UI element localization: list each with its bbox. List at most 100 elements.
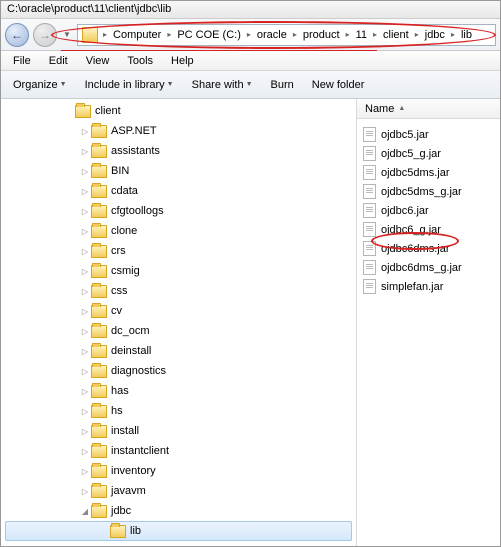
- tree-item-csmig[interactable]: ▷csmig: [1, 261, 356, 281]
- menu-file[interactable]: File: [5, 53, 39, 69]
- file-name: ojdbc6_g.jar: [381, 224, 441, 236]
- expand-arrow-icon[interactable]: ▷: [79, 347, 91, 356]
- tree-item-jdbc[interactable]: ◢jdbc: [1, 501, 356, 521]
- folder-label: hs: [111, 405, 123, 417]
- file-list[interactable]: ojdbc5.jarojdbc5_g.jarojdbc5dms.jarojdbc…: [357, 119, 500, 296]
- command-bar: Organize ▼ Include in library ▼ Share wi…: [1, 71, 500, 99]
- expand-arrow-icon[interactable]: ▷: [79, 467, 91, 476]
- expand-arrow-icon[interactable]: ▷: [79, 307, 91, 316]
- expand-arrow-icon[interactable]: ▷: [79, 367, 91, 376]
- file-item[interactable]: ojdbc6dms.jar: [357, 239, 500, 258]
- folder-label: install: [111, 425, 139, 437]
- jar-file-icon: [363, 241, 376, 256]
- share-with-button[interactable]: Share with ▼: [186, 76, 259, 94]
- file-item[interactable]: ojdbc6_g.jar: [357, 220, 500, 239]
- folder-icon: [91, 305, 107, 318]
- crumb-jdbc[interactable]: jdbc: [422, 29, 448, 41]
- expand-arrow-icon[interactable]: ▷: [79, 227, 91, 236]
- chevron-right-icon[interactable]: ▸: [412, 30, 422, 39]
- file-item[interactable]: ojdbc6dms_g.jar: [357, 258, 500, 277]
- tree-item-clone[interactable]: ▷clone: [1, 221, 356, 241]
- menu-tools[interactable]: Tools: [119, 53, 161, 69]
- back-button[interactable]: ←: [5, 23, 29, 47]
- expand-arrow-icon[interactable]: ▷: [79, 387, 91, 396]
- expand-arrow-icon[interactable]: ▷: [79, 247, 91, 256]
- chevron-right-icon[interactable]: ▸: [244, 30, 254, 39]
- tree-item-cdata[interactable]: ▷ cdata: [1, 181, 356, 201]
- menu-view[interactable]: View: [78, 53, 118, 69]
- expand-arrow-icon[interactable]: ▷: [79, 487, 91, 496]
- expand-arrow-icon[interactable]: ◢: [79, 507, 91, 516]
- column-header-name[interactable]: Name ▲: [357, 99, 500, 119]
- window-title: C:\oracle\product\11\client\jdbc\lib: [7, 3, 171, 15]
- tree-item-assistants[interactable]: ▷assistants: [1, 141, 356, 161]
- crumb-product[interactable]: product: [300, 29, 343, 41]
- folder-icon: [91, 245, 107, 258]
- chevron-right-icon[interactable]: ▸: [370, 30, 380, 39]
- tree-item-client[interactable]: client: [1, 101, 356, 121]
- tree-item-bin[interactable]: ▷BIN: [1, 161, 356, 181]
- folder-label: inventory: [111, 465, 156, 477]
- crumb-oracle[interactable]: oracle: [254, 29, 290, 41]
- chevron-right-icon[interactable]: ▸: [100, 30, 110, 39]
- expand-arrow-icon[interactable]: ▷: [79, 267, 91, 276]
- tree-item-css[interactable]: ▷css: [1, 281, 356, 301]
- nav-history-dropdown[interactable]: ▼: [61, 23, 73, 47]
- navigation-bar: ← → ▼ ▸ Computer ▸ PC COE (C:) ▸ oracle …: [1, 19, 500, 51]
- menu-edit[interactable]: Edit: [41, 53, 76, 69]
- folder-icon: [75, 105, 91, 118]
- folder-label: cdata: [111, 185, 138, 197]
- tree-item-install[interactable]: ▷ install: [1, 421, 356, 441]
- tree-item-deinstall[interactable]: ▷deinstall: [1, 341, 356, 361]
- expand-arrow-icon[interactable]: ▷: [79, 447, 91, 456]
- tree-item-cfgtoollogs[interactable]: ▷cfgtoollogs: [1, 201, 356, 221]
- burn-button[interactable]: Burn: [265, 76, 300, 94]
- tree-item-aspnet[interactable]: ▷ASP.NET: [1, 121, 356, 141]
- expand-arrow-icon[interactable]: ▷: [79, 427, 91, 436]
- tree-item-instantclient[interactable]: ▷instantclient: [1, 441, 356, 461]
- expand-arrow-icon[interactable]: ▷: [79, 407, 91, 416]
- tree-item-inventory[interactable]: ▷ inventory: [1, 461, 356, 481]
- include-library-button[interactable]: Include in library ▼: [79, 76, 180, 94]
- folder-tree[interactable]: client▷ASP.NET▷assistants▷BIN▷cdata▷cfgt…: [1, 99, 357, 546]
- chevron-right-icon[interactable]: ▸: [290, 30, 300, 39]
- folder-icon: [110, 525, 126, 538]
- tree-item-has[interactable]: ▷has: [1, 381, 356, 401]
- crumb-11[interactable]: 11: [353, 29, 370, 41]
- file-item[interactable]: ojdbc5dms.jar: [357, 163, 500, 182]
- tree-item-dcocm[interactable]: ▷dc_ocm: [1, 321, 356, 341]
- folder-label: client: [95, 105, 121, 117]
- crumb-drive[interactable]: PC COE (C:): [174, 29, 244, 41]
- file-item[interactable]: ojdbc5_g.jar: [357, 144, 500, 163]
- tree-item-crs[interactable]: ▷crs: [1, 241, 356, 261]
- expand-arrow-icon[interactable]: ▷: [79, 187, 91, 196]
- file-item[interactable]: ojdbc5dms_g.jar: [357, 182, 500, 201]
- tree-item-hs[interactable]: ▷ hs: [1, 401, 356, 421]
- chevron-right-icon[interactable]: ▸: [448, 30, 458, 39]
- file-item[interactable]: ojdbc5.jar: [357, 125, 500, 144]
- file-item[interactable]: simplefan.jar: [357, 277, 500, 296]
- folder-icon: [91, 165, 107, 178]
- new-folder-button[interactable]: New folder: [306, 76, 371, 94]
- tree-item-cv[interactable]: ▷cv: [1, 301, 356, 321]
- expand-arrow-icon[interactable]: ▷: [79, 327, 91, 336]
- file-item[interactable]: ojdbc6.jar: [357, 201, 500, 220]
- expand-arrow-icon[interactable]: ▷: [79, 147, 91, 156]
- crumb-lib[interactable]: lib: [458, 29, 475, 41]
- chevron-right-icon[interactable]: ▸: [164, 30, 174, 39]
- expand-arrow-icon[interactable]: ▷: [79, 207, 91, 216]
- expand-arrow-icon[interactable]: ▷: [79, 287, 91, 296]
- tree-item-javavm[interactable]: ▷javavm: [1, 481, 356, 501]
- chevron-right-icon[interactable]: ▸: [343, 30, 353, 39]
- crumb-client[interactable]: client: [380, 29, 412, 41]
- menu-help[interactable]: Help: [163, 53, 202, 69]
- crumb-computer[interactable]: Computer: [110, 29, 164, 41]
- address-bar[interactable]: ▸ Computer ▸ PC COE (C:) ▸ oracle ▸ prod…: [77, 24, 496, 46]
- folder-icon: [91, 405, 107, 418]
- expand-arrow-icon[interactable]: ▷: [79, 167, 91, 176]
- forward-button[interactable]: →: [33, 23, 57, 47]
- tree-item-diagnostics[interactable]: ▷diagnostics: [1, 361, 356, 381]
- tree-item-lib[interactable]: lib: [5, 521, 352, 541]
- organize-button[interactable]: Organize ▼: [7, 76, 73, 94]
- expand-arrow-icon[interactable]: ▷: [79, 127, 91, 136]
